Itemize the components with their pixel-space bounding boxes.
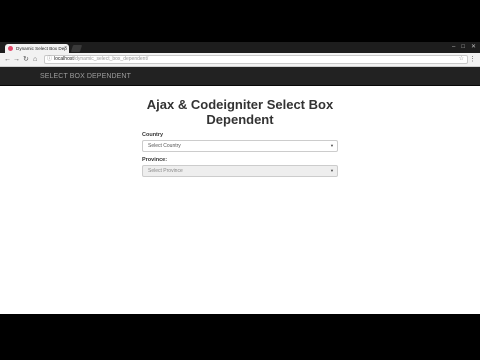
country-select-value: Select Country	[148, 143, 181, 149]
tab-title: Dynamic Select Box Dep	[16, 46, 67, 51]
chevron-down-icon: ▼	[330, 143, 334, 148]
browser-menu-icon[interactable]: ⋮	[469, 55, 476, 64]
browser-tab[interactable]: Dynamic Select Box Dep ×	[5, 44, 69, 53]
forward-icon[interactable]: →	[13, 55, 20, 64]
new-tab-button[interactable]	[70, 45, 83, 52]
province-label: Province:	[142, 157, 168, 163]
home-icon[interactable]: ⌂	[33, 55, 37, 64]
tab-strip: Dynamic Select Box Dep × – □ ✕	[0, 42, 480, 53]
chevron-down-icon: ▼	[330, 168, 334, 173]
url-host: localhost	[54, 56, 74, 62]
close-window-icon[interactable]: ✕	[471, 43, 476, 51]
country-select[interactable]: Select Country ▼	[142, 140, 338, 152]
browser-toolbar: ← → ↻ ⌂ ⓘ localhost/dynamic_select_box_d…	[0, 53, 480, 67]
maximize-icon[interactable]: □	[461, 43, 465, 51]
browser-window: Dynamic Select Box Dep × – □ ✕ ← → ↻ ⌂ ⓘ…	[0, 42, 480, 314]
page-title: Ajax & Codeigniter Select Box Dependent	[142, 97, 338, 127]
province-select[interactable]: Select Province ▼	[142, 165, 338, 177]
window-controls: – □ ✕	[452, 43, 476, 51]
reload-icon[interactable]: ↻	[23, 55, 29, 64]
url-path: /dynamic_select_box_dependent/	[73, 56, 149, 62]
minimize-icon[interactable]: –	[452, 43, 455, 51]
main-content: Ajax & Codeigniter Select Box Dependent …	[142, 97, 338, 177]
back-icon[interactable]: ←	[4, 55, 11, 64]
tab-close-icon[interactable]: ×	[64, 44, 67, 53]
address-bar[interactable]: ⓘ localhost/dynamic_select_box_dependent…	[44, 55, 468, 64]
page-info-icon[interactable]: ⓘ	[47, 56, 52, 63]
navbar-brand[interactable]: SELECT BOX DEPENDENT	[40, 67, 131, 86]
country-label: Country	[142, 132, 164, 138]
app-navbar: SELECT BOX DEPENDENT	[0, 67, 480, 86]
favicon-icon	[8, 46, 13, 51]
page-title-line-2: Dependent	[206, 112, 274, 127]
bookmark-star-icon[interactable]: ☆	[459, 56, 464, 63]
province-select-value: Select Province	[148, 168, 183, 174]
page-title-line-1: Ajax & Codeigniter Select Box	[146, 97, 334, 112]
